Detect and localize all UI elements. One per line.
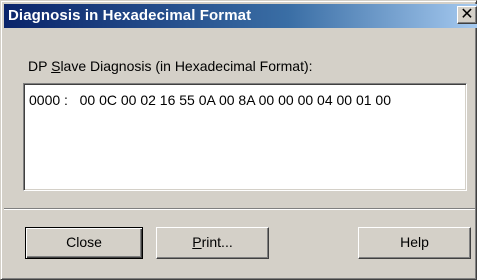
- help-button-label: Help: [400, 234, 429, 250]
- hex-bytes: 00 0C 00 02 16 55 0A 00 8A 00 00 00 04 0…: [79, 92, 391, 108]
- help-button[interactable]: Help: [358, 227, 471, 259]
- diagnosis-label: DP Slave Diagnosis (in Hexadecimal Forma…: [28, 58, 313, 74]
- title-bar[interactable]: Diagnosis in Hexadecimal Format ✕: [4, 4, 477, 28]
- close-icon[interactable]: ✕: [457, 6, 477, 24]
- print-mnemonic: P: [192, 234, 202, 250]
- dialog-window: Diagnosis in Hexadecimal Format ✕ DP Sla…: [0, 0, 477, 280]
- close-glyph: ✕: [460, 4, 474, 23]
- close-button-label: Close: [66, 234, 102, 250]
- separator-line: [4, 208, 475, 210]
- hex-offset: 0000 :: [29, 92, 68, 108]
- hex-diagnosis-textbox[interactable]: 0000 : 00 0C 00 02 16 55 0A 00 8A 00 00 …: [23, 83, 467, 191]
- close-button[interactable]: Close: [25, 227, 143, 259]
- window-title: Diagnosis in Hexadecimal Format: [8, 7, 252, 24]
- label-prefix: DP: [28, 58, 52, 74]
- print-button[interactable]: Print...: [156, 227, 269, 259]
- label-rest: lave Diagnosis (in Hexadecimal Format):: [60, 58, 313, 74]
- print-button-label: rint...: [201, 234, 233, 250]
- hex-line: 0000 : 00 0C 00 02 16 55 0A 00 8A 00 00 …: [29, 92, 391, 108]
